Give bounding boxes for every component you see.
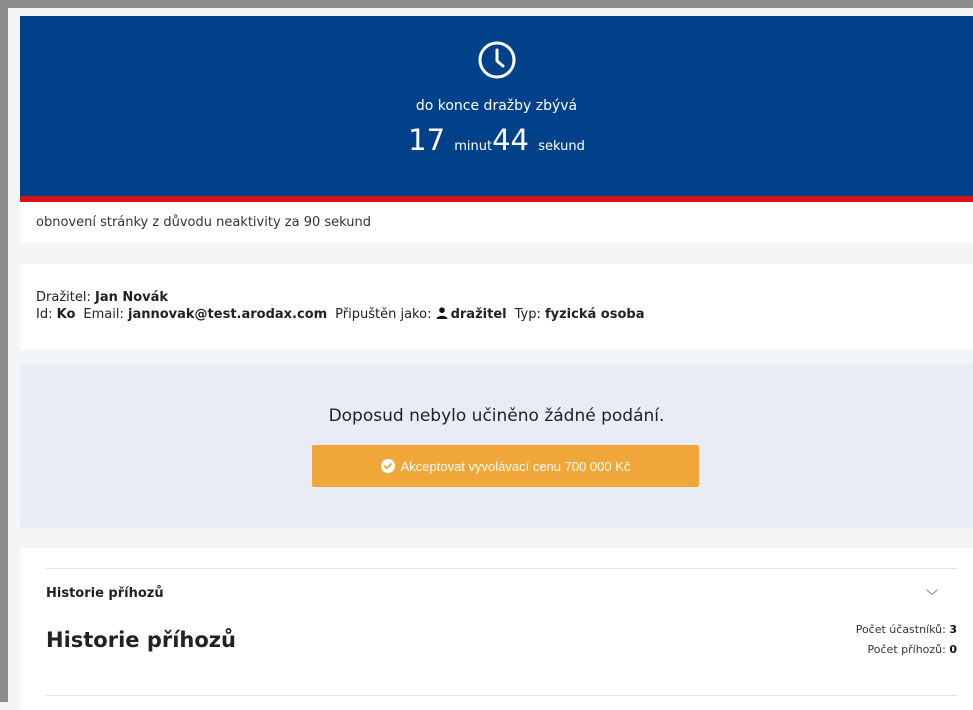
bid-history-stats: Počet účastníků: 3 Počet příhozů: 0	[856, 620, 957, 660]
chevron-down-icon[interactable]	[925, 585, 939, 599]
bidder-info: Dražitel: Jan Novák Id: Ko Email: jannova…	[20, 264, 973, 350]
bid-history-title: Historie příhozů	[46, 628, 236, 652]
participants-value: 3	[949, 623, 957, 636]
bids-label: Počet příhozů:	[867, 643, 946, 656]
countdown-minutes-unit: minut	[454, 139, 493, 154]
participants-label: Počet účastníků:	[855, 623, 946, 636]
bidder-details-line: Id: Ko Email: jannovak@test.arodax.com Při…	[36, 307, 644, 322]
bidder-name-line: Dražitel: Jan Novák	[36, 290, 168, 305]
bidder-name: Jan Novák	[94, 290, 169, 305]
auction-page: do konce dražby zbývá 17 minut44 sekund …	[8, 8, 973, 710]
bidder-type-value: fyzická osoba	[544, 307, 645, 322]
no-submission-message: Doposud nebylo učiněno žádné podání.	[328, 406, 665, 426]
window-frame-left	[0, 0, 8, 702]
submission-panel: Doposud nebylo učiněno žádné podání. Akc…	[20, 364, 973, 528]
countdown-value: 17 minut44 sekund	[20, 123, 973, 157]
bid-history-accordion-title[interactable]: Historie příhozů	[46, 586, 164, 601]
participants-count: Počet účastníků: 3	[856, 620, 957, 640]
accept-starting-price-button[interactable]: Akceptovat vyvolávací cenu 700 000 Kč	[312, 445, 699, 487]
bidder-email-label: Email:	[83, 307, 124, 322]
countdown-minutes: 17	[408, 123, 446, 157]
bid-history-section: Historie příhozů Historie příhozů Počet …	[20, 548, 973, 710]
bidder-id-label: Id:	[36, 307, 53, 322]
refresh-notice-text: obnovení stránky z důvodu neaktivity za …	[36, 215, 371, 230]
bids-value: 0	[949, 643, 957, 656]
accept-button-label: Akceptovat vyvolávací cenu 700 000 Kč	[400, 458, 631, 474]
countdown-seconds: 44	[492, 123, 530, 157]
bidder-type-label: Typ:	[514, 307, 541, 322]
bids-count: Počet příhozů: 0	[856, 640, 957, 660]
divider	[46, 695, 957, 696]
countdown-seconds-unit: sekund	[538, 139, 585, 154]
countdown-panel: do konce dražby zbývá 17 minut44 sekund	[20, 16, 973, 196]
clock-icon	[478, 41, 515, 79]
bidder-admitted-label: Připuštěn jako:	[335, 307, 432, 322]
divider	[46, 568, 957, 569]
check-circle-icon	[380, 458, 395, 473]
window-frame-top	[0, 0, 973, 8]
user-icon	[436, 307, 448, 319]
bidder-admitted-value: dražitel	[450, 307, 507, 322]
countdown-label: do konce dražby zbývá	[415, 98, 578, 114]
refresh-notice: obnovení stránky z důvodu neaktivity za …	[20, 202, 973, 243]
bidder-id-value: Ko	[56, 307, 76, 322]
bidder-email-value: jannovak@test.arodax.com	[127, 307, 328, 322]
bidder-label: Dražitel:	[36, 290, 91, 305]
